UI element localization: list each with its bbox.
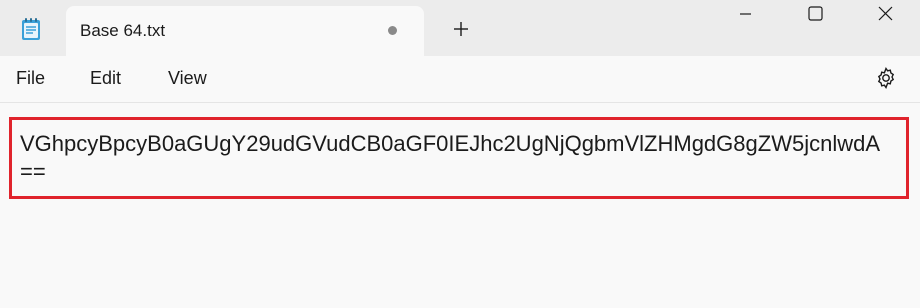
menu-file[interactable]: File bbox=[16, 68, 45, 89]
minimize-icon bbox=[740, 13, 751, 15]
editor-line-2: == bbox=[20, 159, 46, 184]
gear-icon[interactable] bbox=[874, 66, 898, 90]
title-bar: Base 64.txt bbox=[0, 0, 920, 56]
highlight-box: VGhpcyBpcyB0aGUgY29udGVudCB0aGF0IEJhc2Ug… bbox=[9, 117, 909, 199]
editor-content[interactable]: VGhpcyBpcyB0aGUgY29udGVudCB0aGF0IEJhc2Ug… bbox=[20, 130, 880, 186]
text-editor[interactable]: VGhpcyBpcyB0aGUgY29udGVudCB0aGF0IEJhc2Ug… bbox=[0, 103, 920, 308]
notepad-icon bbox=[20, 17, 42, 41]
menu-view[interactable]: View bbox=[168, 68, 207, 89]
minimize-button[interactable] bbox=[710, 0, 780, 30]
plus-icon[interactable] bbox=[450, 18, 472, 40]
close-icon bbox=[878, 6, 893, 21]
maximize-icon bbox=[808, 6, 823, 21]
notepad-window: Base 64.txt File Edit View VGhpcyBpcyB0a… bbox=[0, 0, 920, 308]
tab-title: Base 64.txt bbox=[80, 21, 166, 40]
maximize-button[interactable] bbox=[780, 0, 850, 30]
close-button[interactable] bbox=[850, 0, 920, 30]
tab-base64[interactable]: Base 64.txt bbox=[66, 6, 424, 56]
menu-edit[interactable]: Edit bbox=[90, 68, 121, 89]
editor-line-1: VGhpcyBpcyB0aGUgY29udGVudCB0aGF0IEJhc2Ug… bbox=[20, 131, 880, 156]
menu-bar: File Edit View bbox=[0, 56, 920, 103]
unsaved-dot-icon[interactable] bbox=[388, 26, 397, 35]
